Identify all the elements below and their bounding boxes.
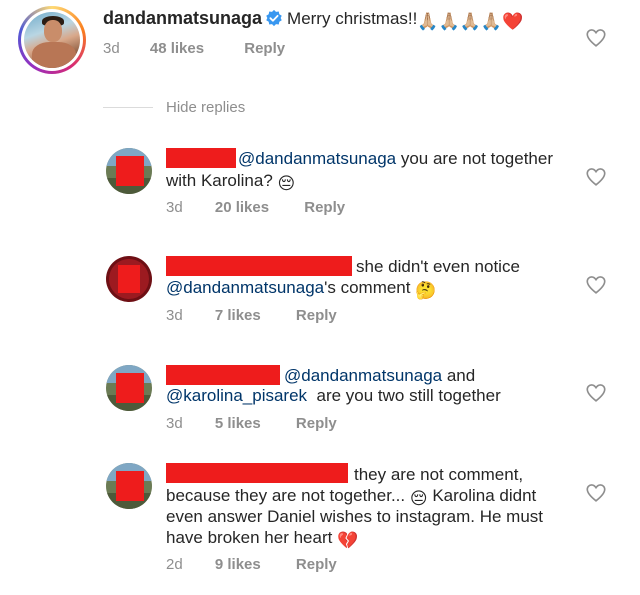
pensive-emoji: 😔 [277, 174, 296, 193]
likes-count[interactable]: 7 likes [215, 307, 261, 324]
mention-link[interactable]: @karolina_pisarek [166, 386, 307, 405]
reply-button[interactable]: Reply [304, 199, 345, 216]
redacted-username [166, 365, 280, 385]
main-comment-username[interactable]: dandanmatsunaga [103, 8, 262, 28]
reply-text-line: @dandanmatsunaga's comment 🤔 [166, 278, 437, 300]
reply-text-line: @dandanmatsunaga and [284, 366, 476, 385]
comment-time: 2d [166, 556, 183, 573]
main-comment-avatar[interactable] [18, 6, 86, 74]
likes-count[interactable]: 5 likes [215, 415, 261, 432]
main-comment-meta: 3d 48 likes Reply [103, 40, 285, 57]
redacted-username [166, 148, 236, 168]
like-heart-icon[interactable] [585, 482, 607, 504]
reply-button[interactable]: Reply [296, 307, 337, 324]
reply-meta: 3d 20 likes Reply [166, 199, 345, 216]
reply-text-line: @dandanmatsunaga you are not together [238, 149, 553, 168]
reply-avatar[interactable] [106, 148, 152, 194]
reply-text-line: she didn't even notice [356, 257, 520, 276]
reply-avatar[interactable] [106, 463, 152, 509]
redacted-username [166, 463, 348, 483]
likes-count[interactable]: 48 likes [150, 40, 204, 57]
reply-meta: 3d 7 likes Reply [166, 307, 337, 324]
like-heart-icon[interactable] [585, 27, 607, 49]
main-comment-text: Merry christmas!! [287, 9, 418, 28]
reply-text-line: with Karolina? 😔 [166, 171, 296, 193]
like-heart-icon[interactable] [585, 274, 607, 296]
reply-text-line: even answer Daniel wishes to instagram. … [166, 507, 543, 526]
reply-meta: 3d 5 likes Reply [166, 415, 337, 432]
mention-link[interactable]: @dandanmatsunaga [284, 366, 442, 385]
reply-avatar[interactable] [106, 365, 152, 411]
thinking-emoji: 🤔 [415, 281, 437, 300]
like-heart-icon[interactable] [585, 382, 607, 404]
main-comment-body: dandanmatsunaga Merry christmas!!🙏🏼🙏🏼🙏🏼🙏… [103, 8, 523, 33]
reply-text-line: have broken her heart 💔 [166, 528, 359, 550]
reply-meta: 2d 9 likes Reply [166, 556, 337, 573]
main-comment-emoji: 🙏🏼🙏🏼🙏🏼🙏🏼❤️ [417, 12, 524, 31]
broken-heart-emoji: 💔 [337, 531, 359, 550]
reply-avatar[interactable] [106, 256, 152, 302]
mention-link[interactable]: @dandanmatsunaga [238, 149, 396, 168]
like-heart-icon[interactable] [585, 166, 607, 188]
likes-count[interactable]: 9 likes [215, 556, 261, 573]
verified-badge-icon [266, 9, 282, 27]
comment-time: 3d [166, 415, 183, 432]
reply-text-line: @karolina_pisarek are you two still toge… [166, 386, 501, 405]
comment-time: 3d [166, 199, 183, 216]
reply-button[interactable]: Reply [296, 415, 337, 432]
comment-time: 3d [166, 307, 183, 324]
reply-button[interactable]: Reply [244, 40, 285, 57]
hide-replies-button[interactable]: Hide replies [166, 99, 245, 116]
mention-link[interactable]: @dandanmatsunaga [166, 278, 324, 297]
likes-count[interactable]: 20 likes [215, 199, 269, 216]
comment-time: 3d [103, 40, 120, 57]
reply-button[interactable]: Reply [296, 556, 337, 573]
hide-replies-line [103, 107, 153, 108]
reply-text-line: they are not comment, [354, 465, 524, 484]
redacted-username [166, 256, 352, 276]
